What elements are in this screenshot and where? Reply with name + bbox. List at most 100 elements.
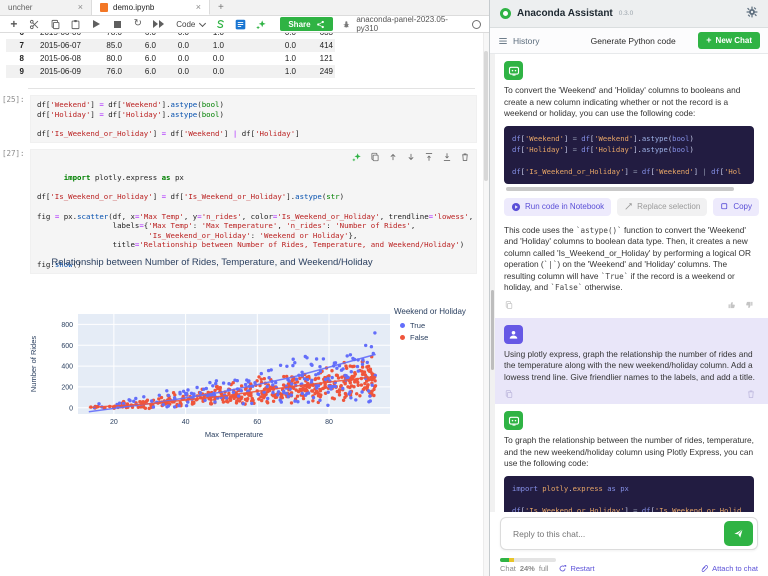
legend-item[interactable]: True bbox=[394, 319, 466, 331]
send-button[interactable] bbox=[724, 521, 753, 546]
run-cell-button[interactable] bbox=[91, 18, 103, 30]
tab-notebook[interactable]: demo.ipynb × bbox=[92, 0, 210, 15]
code-actions: Run code in Notebook Replace selection C… bbox=[504, 197, 760, 216]
scissors-icon bbox=[29, 19, 39, 29]
toc-button[interactable] bbox=[235, 18, 247, 30]
kernel-name[interactable]: anaconda-panel-2023.05-py310 bbox=[356, 15, 466, 33]
settings-button[interactable] bbox=[746, 5, 758, 23]
chevron-down-icon bbox=[199, 19, 207, 27]
assistant-header: Anaconda Assistant 0.3.0 bbox=[490, 0, 768, 28]
insert-cell-button[interactable]: + bbox=[8, 18, 20, 30]
interrupt-kernel-button[interactable] bbox=[111, 18, 123, 30]
new-chat-button[interactable]: + New Chat bbox=[698, 32, 760, 49]
insert-cell-above-icon[interactable] bbox=[424, 152, 434, 162]
tab-notebook-label: demo.ipynb bbox=[113, 2, 155, 12]
copy-code-button[interactable]: Copy bbox=[713, 197, 760, 216]
copy-icon bbox=[51, 19, 60, 29]
thumbs-up-icon[interactable] bbox=[727, 300, 737, 310]
assistant-avatar bbox=[504, 61, 523, 80]
debugger-bug-icon[interactable] bbox=[342, 20, 351, 29]
cell-type-value: Code bbox=[176, 19, 196, 29]
play-icon bbox=[92, 20, 100, 28]
restart-label: Restart bbox=[570, 564, 595, 573]
ai-sparkle-button[interactable] bbox=[256, 18, 268, 30]
svg-text:800: 800 bbox=[61, 322, 73, 329]
robot-chat-icon bbox=[508, 66, 519, 76]
share-nodes-icon bbox=[316, 20, 324, 28]
chat-input[interactable] bbox=[511, 527, 724, 540]
paste-cells-button[interactable] bbox=[70, 18, 82, 30]
tab-launcher[interactable]: uncher × bbox=[0, 0, 92, 15]
copy-cells-button[interactable] bbox=[49, 18, 61, 30]
assistant-snake-button[interactable] bbox=[214, 18, 226, 30]
legend-item[interactable]: False bbox=[394, 331, 466, 343]
ai-sparkle-icon[interactable] bbox=[352, 152, 362, 162]
play-circle-icon bbox=[511, 202, 521, 211]
share-button[interactable]: Share bbox=[280, 17, 333, 31]
cell-separator bbox=[28, 88, 475, 89]
svg-text:Number of Rides: Number of Rides bbox=[29, 336, 38, 393]
copy-code-label: Copy bbox=[733, 202, 753, 211]
delete-message-icon[interactable] bbox=[746, 389, 756, 399]
chat-status-bar: Chat 24% full Restart Attach to chat bbox=[490, 556, 768, 576]
hamburger-icon bbox=[499, 37, 507, 44]
usage-suffix: full bbox=[538, 564, 549, 573]
attach-to-chat-button[interactable]: Attach to chat bbox=[700, 564, 758, 573]
thumbs-down-icon[interactable] bbox=[744, 300, 754, 310]
new-chat-label: New Chat bbox=[715, 36, 752, 45]
usage-prefix: Chat bbox=[500, 564, 516, 573]
scrollbar-thumb[interactable] bbox=[484, 51, 488, 181]
person-icon bbox=[509, 330, 518, 339]
delete-cell-icon[interactable] bbox=[460, 152, 470, 162]
chat-input-box[interactable] bbox=[500, 517, 758, 550]
share-label: Share bbox=[288, 19, 311, 29]
svg-text:40: 40 bbox=[182, 419, 190, 426]
chart-legend: Weekend or Holiday True False bbox=[394, 307, 466, 343]
user-message: Using plotly express, graph the relation… bbox=[490, 317, 768, 404]
move-cell-down-icon[interactable] bbox=[406, 152, 416, 162]
plot-output: Relationship between Number of Rides, Te… bbox=[0, 255, 489, 439]
code-cell-input[interactable]: df['Weekend'] = df['Weekend'].astype(boo… bbox=[30, 95, 477, 144]
close-icon[interactable]: × bbox=[196, 2, 201, 12]
legend-marker bbox=[400, 334, 405, 340]
stop-icon bbox=[113, 20, 121, 28]
chat-scrollbar[interactable] bbox=[490, 54, 495, 524]
scrollbar-thumb[interactable] bbox=[491, 290, 494, 370]
assistant-title: Anaconda Assistant bbox=[517, 8, 613, 19]
move-cell-up-icon[interactable] bbox=[388, 152, 398, 162]
close-icon[interactable]: × bbox=[78, 3, 83, 12]
chat-input-bar bbox=[490, 512, 768, 556]
sparkles-icon bbox=[256, 19, 266, 29]
assistant-code-block: df['Weekend'] = df['Weekend'].astype(boo… bbox=[504, 125, 754, 184]
jupyterlab-panel: uncher × demo.ipynb × + + ↻ Code Share a… bbox=[0, 0, 489, 576]
notebook-icon bbox=[100, 2, 108, 12]
duplicate-cell-icon[interactable] bbox=[370, 152, 380, 162]
cell-type-dropdown[interactable]: Code bbox=[176, 19, 207, 29]
restart-kernel-button[interactable]: ↻ bbox=[132, 18, 144, 30]
history-button[interactable]: History bbox=[498, 36, 568, 46]
code-horizontal-scrollbar[interactable] bbox=[506, 186, 734, 191]
assistant-message: This code uses the `astype()` function t… bbox=[490, 216, 768, 294]
restart-chat-button[interactable]: Restart bbox=[558, 564, 595, 573]
run-code-button[interactable]: Run code in Notebook bbox=[504, 197, 612, 216]
svg-text:0: 0 bbox=[69, 405, 73, 412]
plus-icon: + bbox=[706, 35, 712, 45]
replace-selection-button[interactable]: Replace selection bbox=[617, 197, 708, 216]
svg-text:80: 80 bbox=[325, 419, 333, 426]
copy-message-icon[interactable] bbox=[504, 389, 514, 399]
svg-text:Max Temperature: Max Temperature bbox=[205, 430, 263, 439]
insert-cell-below-icon[interactable] bbox=[442, 152, 452, 162]
table-of-contents-icon bbox=[236, 19, 246, 29]
copy-message-icon[interactable] bbox=[504, 300, 514, 310]
input-prompt: [27]: bbox=[2, 149, 25, 158]
run-all-button[interactable] bbox=[152, 18, 165, 30]
assistant-avatar bbox=[504, 411, 523, 430]
user-avatar bbox=[504, 324, 523, 344]
new-tab-button[interactable]: + bbox=[210, 0, 232, 15]
kernel-status-icon bbox=[472, 19, 481, 29]
table-row: 7 2015-06-07 85.0 6.0 0.0 1.0 0.0 414 bbox=[6, 39, 335, 52]
legend-label: False bbox=[410, 332, 429, 342]
copy-icon bbox=[721, 203, 728, 210]
cut-cells-button[interactable] bbox=[29, 18, 41, 30]
chat-scroll-area[interactable]: To convert the 'Weekend' and 'Holiday' c… bbox=[490, 54, 768, 524]
